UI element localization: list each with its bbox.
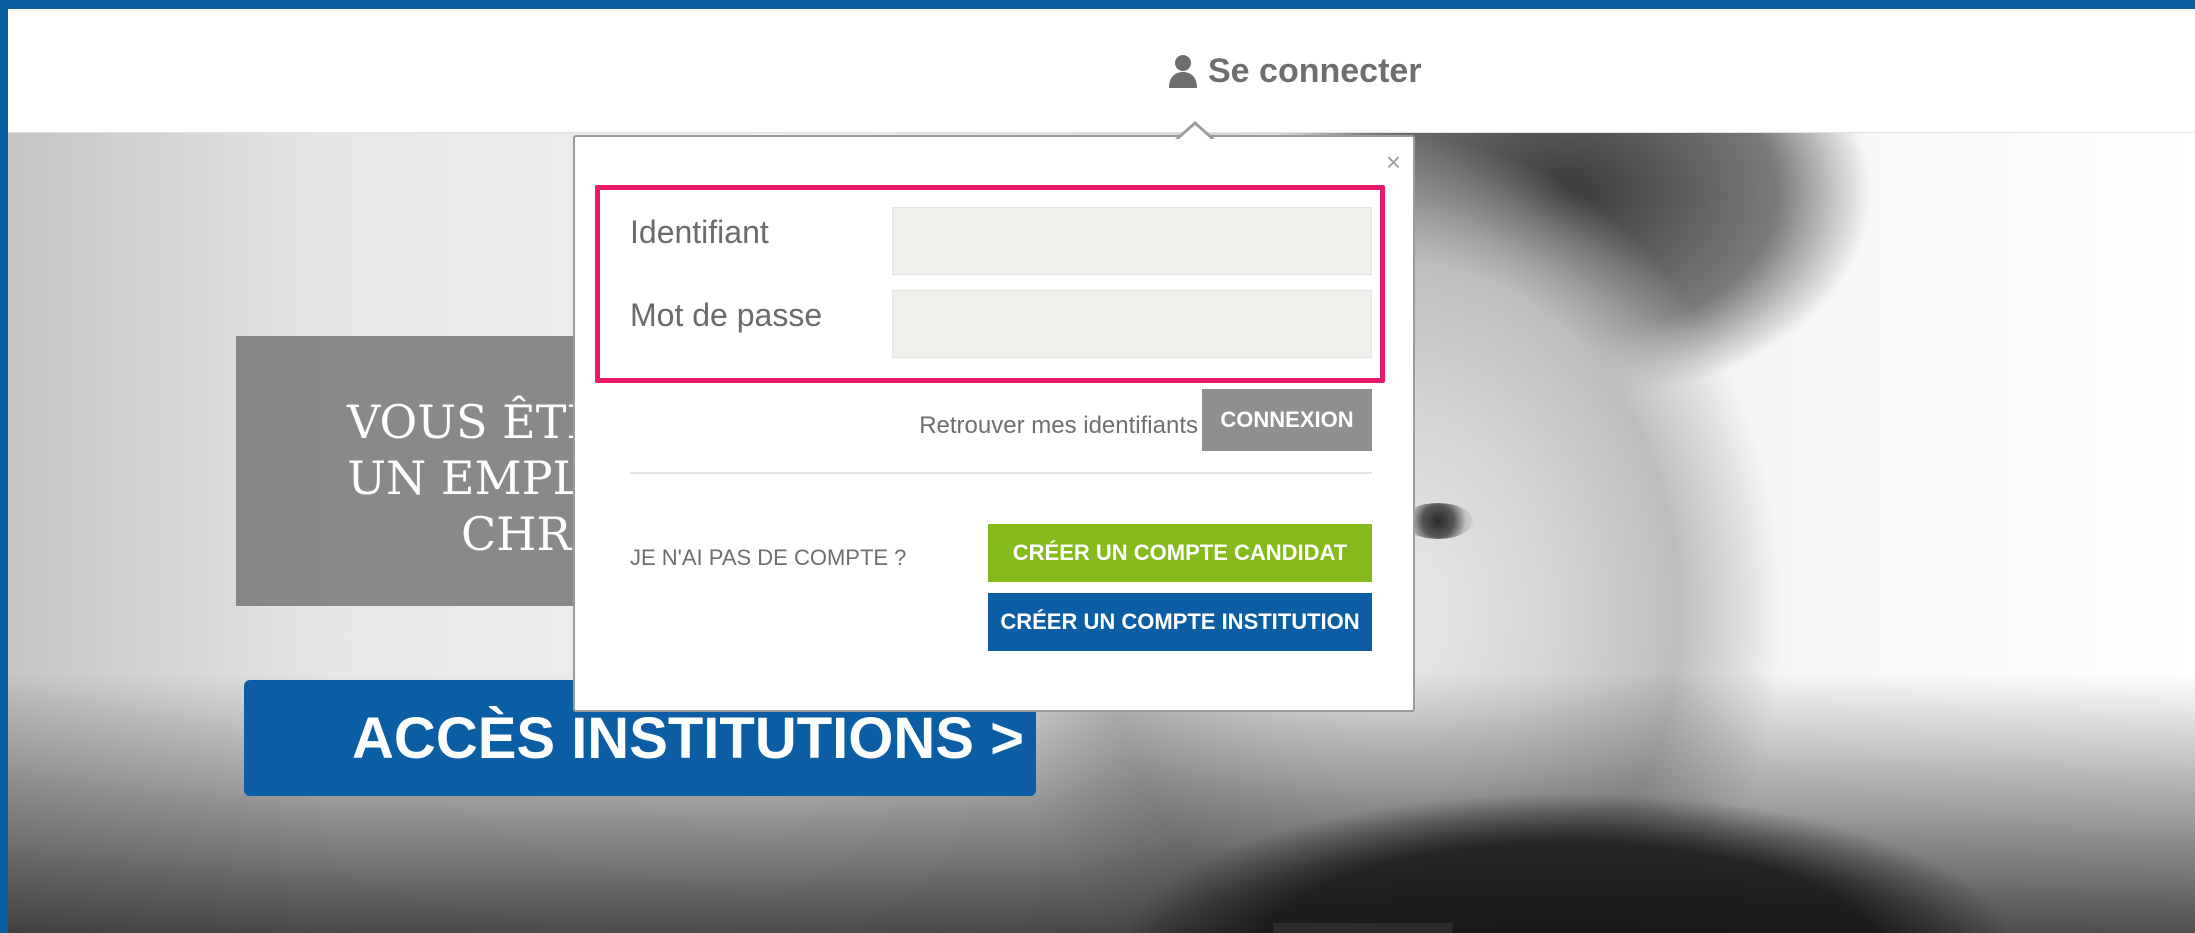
username-input[interactable] xyxy=(892,207,1372,275)
hero-photo-smile xyxy=(1273,923,1453,933)
user-icon xyxy=(1169,55,1197,88)
username-label: Identifiant xyxy=(630,214,769,250)
create-candidate-account-button[interactable]: CRÉER UN COMPTE CANDIDAT xyxy=(988,524,1372,582)
login-popover: × Identifiant Mot de passe Retrouver mes… xyxy=(573,135,1415,712)
connexion-button[interactable]: CONNEXION xyxy=(1202,389,1372,451)
retrieve-credentials-link[interactable]: Retrouver mes identifiants xyxy=(878,412,1198,440)
page-frame: Se connecter VOUS ÊTES U UN EMPLOYE CHR … xyxy=(8,9,2195,933)
top-navigation-bar: Se connecter xyxy=(8,9,2195,133)
password-input[interactable] xyxy=(892,290,1372,358)
login-link[interactable]: Se connecter xyxy=(1168,51,1422,91)
no-account-text: JE N'AI PAS DE COMPTE ? xyxy=(630,545,907,570)
close-icon[interactable]: × xyxy=(1386,147,1401,178)
divider xyxy=(630,472,1372,474)
login-link-label: Se connecter xyxy=(1208,51,1422,90)
create-institution-account-button[interactable]: CRÉER UN COMPTE INSTITUTION xyxy=(988,593,1372,651)
popover-arrow-inner xyxy=(1178,125,1212,140)
password-label: Mot de passe xyxy=(630,297,823,333)
